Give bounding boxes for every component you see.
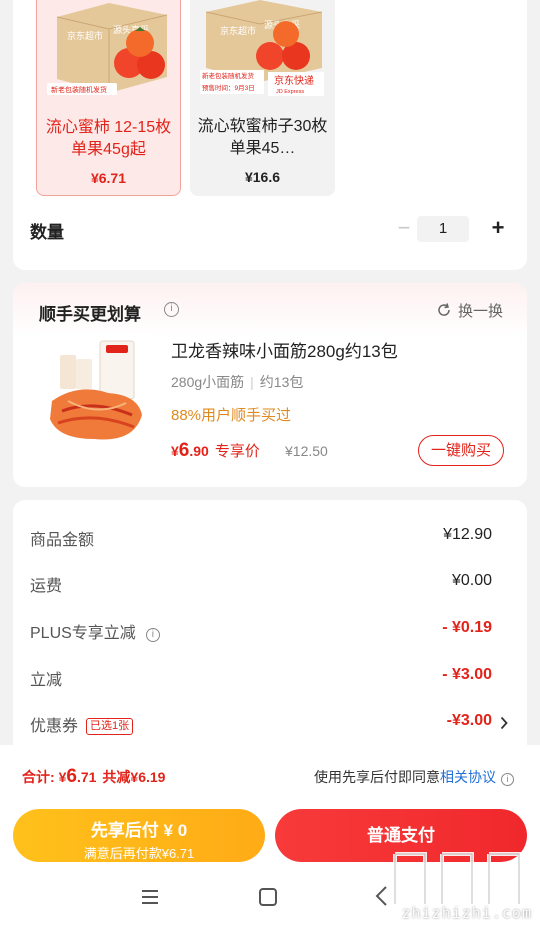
- pay-later-label: 先享后付 ¥ 0: [90, 821, 188, 840]
- info-icon[interactable]: i: [164, 302, 179, 317]
- pay-later-button[interactable]: 先享后付 ¥ 0 满意后再付款¥6.71: [13, 809, 265, 862]
- product-option-2[interactable]: 京东超市 源头直采 新老包装随机发货 预售时间：9月3日 京东快递 JD Exp…: [190, 0, 335, 196]
- summary-row-goods: 商品金额 ¥12.90: [30, 524, 492, 550]
- product-options-card: 京东超市 源头直采 新老包装随机发货 流心蜜柿 12-15枚 单果45g起 ¥6…: [13, 0, 527, 270]
- summary-row-discount: 立减 - ¥3.00: [30, 664, 492, 690]
- box-brand-text: 京东超市: [67, 30, 103, 41]
- product-option-1[interactable]: 京东超市 源头直采 新老包装随机发货 流心蜜柿 12-15枚 单果45g起 ¥6…: [36, 0, 181, 196]
- summary-value: ¥0.00: [451, 572, 492, 589]
- agreement-prefix: 使用先享后付即同意: [314, 769, 440, 785]
- total-reduce: 共减¥6.19: [102, 769, 166, 785]
- price-integer: 6: [178, 440, 190, 461]
- product-option-name: 流心软蜜柿子30枚 单果45…: [197, 118, 328, 157]
- total-amount: 合计: ¥6.71 共减¥6.19: [22, 766, 165, 788]
- svg-text:京东快递: 京东快递: [274, 74, 314, 87]
- order-summary-card: 商品金额 ¥12.90 运费 ¥0.00 PLUS专享立减 i - ¥0.19 立…: [13, 500, 527, 760]
- agreement-link[interactable]: 相关协议: [440, 769, 496, 785]
- quantity-decrease-button[interactable]: −: [394, 216, 414, 242]
- snack-product-image[interactable]: [38, 335, 154, 451]
- watermark-text: zhizhizhi.com: [401, 904, 532, 922]
- svg-text:京东超市: 京东超市: [220, 25, 256, 36]
- total-label: 合计:: [22, 769, 55, 785]
- recommend-price: ¥6.90 专享价: [171, 440, 260, 462]
- recent-apps-icon[interactable]: [140, 887, 160, 907]
- coupon-badge: 已选1张: [86, 718, 134, 735]
- summary-key: 优惠券 已选1张: [30, 712, 134, 736]
- svg-text:JD Express: JD Express: [276, 89, 304, 95]
- agreement-text: 使用先享后付即同意相关协议 i: [314, 767, 514, 787]
- price-decimal: .90: [189, 443, 209, 459]
- quantity-input[interactable]: 1: [417, 216, 469, 242]
- recommendation-title: 顺手买更划算: [39, 305, 141, 324]
- summary-row-coupon[interactable]: 优惠券 已选1张 -¥3.00: [30, 710, 492, 736]
- spec-separator: |: [250, 374, 254, 390]
- spec-count: 约13包: [259, 374, 304, 390]
- info-icon[interactable]: i: [501, 773, 514, 786]
- refresh-icon: [438, 303, 450, 316]
- recommend-original-price: ¥12.50: [285, 443, 328, 459]
- quantity-increase-button[interactable]: +: [486, 216, 510, 242]
- total-price: ¥6.71: [58, 766, 97, 787]
- summary-value: - ¥0.19: [442, 619, 492, 636]
- refresh-label: 换一换: [457, 303, 503, 320]
- recommendation-card: 顺手买更划算 i 换一换 卫龙香辣味小面筋280g约13包 280g小面筋 | 约1…: [13, 283, 527, 487]
- refresh-button[interactable]: 换一换: [436, 300, 503, 321]
- summary-key: PLUS专享立减 i: [30, 619, 160, 643]
- summary-value: - ¥3.00: [442, 666, 492, 683]
- svg-text:预售时间：9月3日: 预售时间：9月3日: [202, 83, 255, 92]
- recommend-product-spec: 280g小面筋 | 约13包: [171, 372, 303, 392]
- spec-weight: 280g小面筋: [171, 374, 245, 390]
- checkout-bar: 合计: ¥6.71 共减¥6.19 使用先享后付即同意相关协议 i 先享后付 ¥ 0…: [0, 745, 540, 930]
- summary-row-plus-discount[interactable]: PLUS专享立减 i - ¥0.19: [30, 617, 492, 643]
- one-click-buy-button[interactable]: 一键购买: [418, 435, 504, 466]
- product-option-name: 流心蜜柿 12-15枚 单果45g起: [45, 119, 172, 158]
- product-option-price: ¥6.71: [90, 170, 127, 186]
- chevron-right-icon[interactable]: [500, 716, 508, 730]
- price-symbol: ¥: [171, 443, 179, 459]
- summary-value: ¥12.90: [443, 526, 492, 543]
- quantity-row: 数量 − 1 +: [30, 216, 510, 242]
- product-option-price: ¥16.6: [244, 169, 281, 185]
- svg-text:新老包装随机发货: 新老包装随机发货: [51, 85, 107, 94]
- svg-text:新老包装随机发货: 新老包装随机发货: [202, 71, 255, 80]
- recommend-bought-rate: 88%用户顺手买过: [171, 407, 292, 424]
- summary-row-shipping: 运费 ¥0.00: [30, 570, 492, 596]
- summary-key: 立减: [30, 672, 63, 689]
- persimmon-box-image: 京东超市 源头直采 新老包装随机发货: [47, 3, 168, 95]
- quantity-label: 数量: [30, 223, 64, 242]
- info-icon[interactable]: i: [145, 628, 160, 642]
- summary-value: -¥3.00: [446, 712, 492, 729]
- recommend-product-name[interactable]: 卫龙香辣味小面筋280g约13包: [171, 337, 398, 362]
- pay-later-sub: 满意后再付款¥6.71: [83, 846, 195, 861]
- price-label: 专享价: [214, 443, 260, 460]
- summary-key: 商品金额: [30, 532, 95, 549]
- home-icon[interactable]: [258, 887, 278, 907]
- summary-key: 运费: [30, 578, 63, 595]
- persimmon-box-image: 京东超市 源头直采 新老包装随机发货 预售时间：9月3日 京东快递 JD Exp…: [200, 0, 324, 96]
